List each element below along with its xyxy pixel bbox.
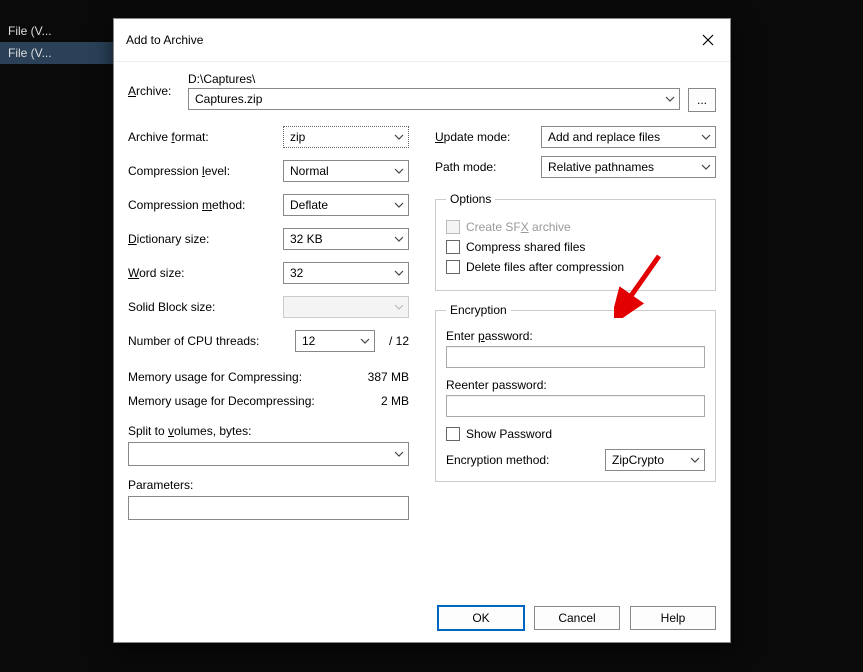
- close-button[interactable]: [686, 25, 730, 55]
- parameters-label: Parameters:: [128, 478, 409, 492]
- path-mode-label: Path mode:: [435, 160, 541, 174]
- options-group: Options Create SFX archive Compress shar…: [435, 192, 716, 291]
- enter-password-input[interactable]: [446, 346, 705, 368]
- titlebar: Add to Archive: [114, 19, 730, 62]
- enter-password-label: Enter password:: [446, 329, 705, 343]
- compress-shared-checkbox-row[interactable]: Compress shared files: [446, 240, 705, 254]
- archive-path-text: D:\Captures\: [188, 72, 680, 86]
- ellipsis-icon: ...: [697, 93, 707, 107]
- browse-button[interactable]: ...: [688, 88, 716, 112]
- checkbox-icon[interactable]: [446, 427, 460, 441]
- encryption-legend: Encryption: [446, 303, 511, 317]
- delete-after-checkbox-row[interactable]: Delete files after compression: [446, 260, 705, 274]
- update-mode-label: Update mode:: [435, 130, 541, 144]
- show-password-label: Show Password: [466, 427, 552, 441]
- chevron-down-icon: [394, 132, 404, 142]
- sfx-checkbox-row: Create SFX archive: [446, 220, 705, 234]
- right-column: Update mode: Add and replace files Path …: [435, 126, 716, 520]
- chevron-down-icon: [701, 132, 711, 142]
- archive-file-value: Captures.zip: [195, 92, 262, 106]
- cancel-button[interactable]: Cancel: [534, 606, 620, 630]
- chevron-down-icon: [690, 455, 700, 465]
- dialog-title: Add to Archive: [126, 33, 203, 47]
- solid-block-label: Solid Block size:: [128, 300, 283, 314]
- ok-button[interactable]: OK: [438, 606, 524, 630]
- compression-method-label: Compression method:: [128, 198, 283, 212]
- close-icon: [702, 34, 714, 46]
- chevron-down-icon: [394, 166, 404, 176]
- archive-file-combo[interactable]: Captures.zip: [188, 88, 680, 110]
- help-button[interactable]: Help: [630, 606, 716, 630]
- update-mode-combo[interactable]: Add and replace files: [541, 126, 716, 148]
- file-name: File (V...: [8, 46, 52, 60]
- file-name: File (V...: [8, 24, 52, 38]
- chevron-down-icon: [394, 234, 404, 244]
- split-volumes-combo[interactable]: [128, 442, 409, 466]
- archive-format-label: Archive format:: [128, 130, 283, 144]
- split-volumes-label: Split to volumes, bytes:: [128, 424, 409, 438]
- compression-level-label: Compression level:: [128, 164, 283, 178]
- chevron-down-icon: [360, 336, 370, 346]
- left-column: Archive format: zip Compression level: N…: [128, 126, 409, 520]
- chevron-down-icon: [394, 449, 404, 459]
- mem-decompress-value: 2 MB: [381, 394, 409, 408]
- show-password-checkbox-row[interactable]: Show Password: [446, 427, 705, 441]
- compress-shared-label: Compress shared files: [466, 240, 585, 254]
- path-mode-combo[interactable]: Relative pathnames: [541, 156, 716, 178]
- archive-format-combo[interactable]: zip: [283, 126, 409, 148]
- solid-block-combo: [283, 296, 409, 318]
- compression-method-combo[interactable]: Deflate: [283, 194, 409, 216]
- encryption-method-label: Encryption method:: [446, 453, 595, 467]
- encryption-group: Encryption Enter password: Reenter passw…: [435, 303, 716, 482]
- word-size-combo[interactable]: 32: [283, 262, 409, 284]
- mem-decompress-label: Memory usage for Decompressing:: [128, 394, 315, 408]
- dialog-footer: OK Cancel Help: [114, 594, 730, 642]
- checkbox-icon: [446, 220, 460, 234]
- options-legend: Options: [446, 192, 495, 206]
- word-size-label: Word size:: [128, 266, 283, 280]
- checkbox-icon[interactable]: [446, 240, 460, 254]
- mem-compress-label: Memory usage for Compressing:: [128, 370, 302, 384]
- dictionary-size-combo[interactable]: 32 KB: [283, 228, 409, 250]
- archive-label: Archive:: [128, 72, 180, 98]
- reenter-password-label: Reenter password:: [446, 378, 705, 392]
- compression-level-combo[interactable]: Normal: [283, 160, 409, 182]
- dictionary-size-label: Dictionary size:: [128, 232, 283, 246]
- delete-after-label: Delete files after compression: [466, 260, 624, 274]
- chevron-down-icon: [394, 268, 404, 278]
- chevron-down-icon: [665, 94, 675, 104]
- cpu-threads-combo[interactable]: 12: [295, 330, 375, 352]
- encryption-method-combo[interactable]: ZipCrypto: [605, 449, 705, 471]
- cpu-threads-total: / 12: [375, 334, 409, 348]
- chevron-down-icon: [394, 200, 404, 210]
- sfx-label: Create SFX archive: [466, 220, 571, 234]
- checkbox-icon[interactable]: [446, 260, 460, 274]
- cpu-threads-label: Number of CPU threads:: [128, 334, 295, 348]
- parameters-input[interactable]: [128, 496, 409, 520]
- reenter-password-input[interactable]: [446, 395, 705, 417]
- chevron-down-icon: [701, 162, 711, 172]
- add-to-archive-dialog: Add to Archive Archive: D:\Captures\ Cap…: [113, 18, 731, 643]
- chevron-down-icon: [394, 302, 404, 312]
- mem-compress-value: 387 MB: [368, 370, 409, 384]
